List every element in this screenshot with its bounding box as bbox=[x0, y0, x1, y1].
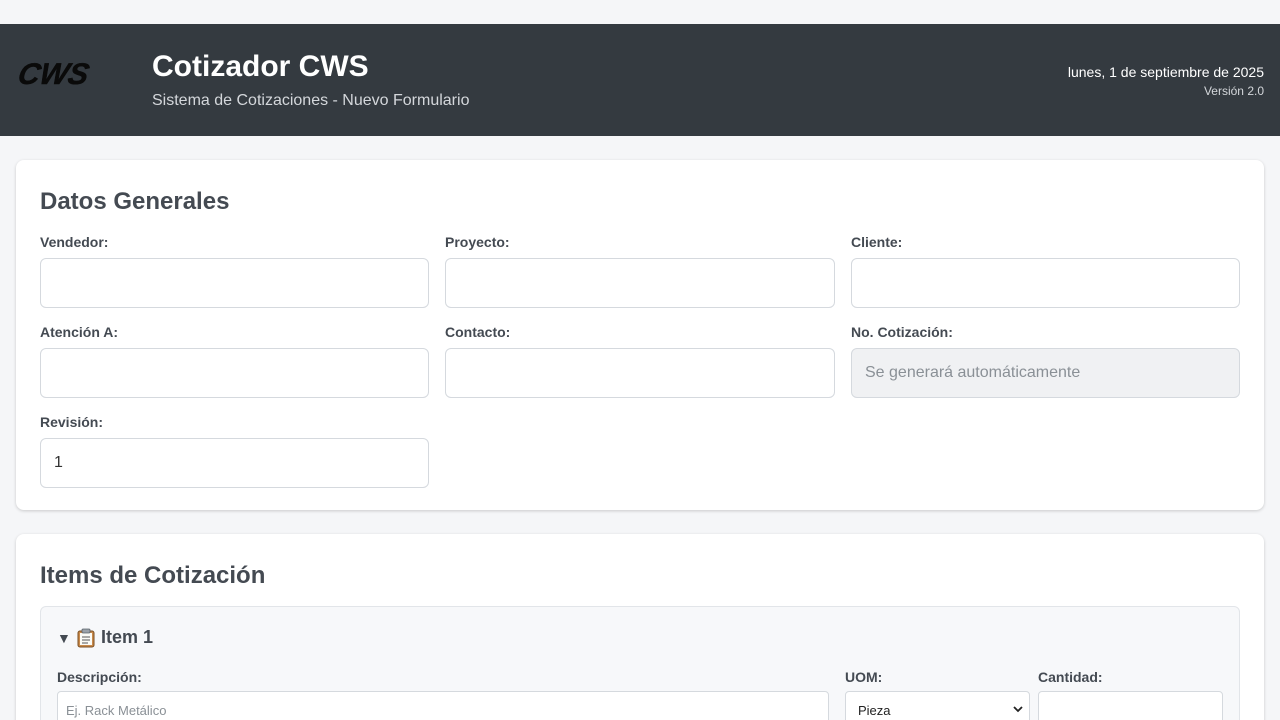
no-cotizacion-input bbox=[851, 348, 1240, 398]
descripcion-field: Descripción: bbox=[57, 669, 829, 720]
app-subtitle: Sistema de Cotizaciones - Nuevo Formular… bbox=[152, 92, 470, 109]
app-header: CWS Cotizador CWS Sistema de Cotizacione… bbox=[0, 24, 1280, 136]
atencion-input[interactable] bbox=[40, 348, 429, 398]
descripcion-input[interactable] bbox=[57, 691, 829, 720]
contacto-input[interactable] bbox=[445, 348, 835, 398]
vendedor-field: Vendedor: bbox=[40, 234, 429, 308]
item-toggle[interactable]: ▼ Item 1 bbox=[57, 627, 153, 648]
item-block: ▼ Item 1 Descripción: UOM: Pieza bbox=[40, 606, 1240, 720]
vendedor-input[interactable] bbox=[40, 258, 429, 308]
cantidad-field: Cantidad: bbox=[1038, 669, 1223, 720]
atencion-label: Atención A: bbox=[40, 324, 119, 340]
proyecto-input[interactable] bbox=[445, 258, 835, 308]
proyecto-label: Proyecto: bbox=[445, 234, 510, 250]
items-section-title: Items de Cotización bbox=[40, 562, 266, 589]
cantidad-label: Cantidad: bbox=[1038, 669, 1103, 685]
revision-input[interactable] bbox=[40, 438, 429, 488]
revision-label: Revisión: bbox=[40, 414, 104, 430]
no-cotizacion-field: No. Cotización: bbox=[851, 324, 1240, 398]
proyecto-field: Proyecto: bbox=[445, 234, 835, 308]
header-version: Versión 2.0 bbox=[1203, 84, 1264, 98]
item-title: Item 1 bbox=[101, 627, 154, 647]
chevron-down-icon bbox=[1013, 705, 1023, 716]
cliente-label: Cliente: bbox=[851, 234, 903, 250]
cws-logo: CWS bbox=[16, 58, 92, 88]
no-cotizacion-label: No. Cotización: bbox=[851, 324, 953, 340]
uom-select[interactable]: Pieza bbox=[845, 691, 1030, 720]
cliente-input[interactable] bbox=[851, 258, 1240, 308]
svg-text:CWS: CWS bbox=[16, 58, 92, 88]
cantidad-input[interactable] bbox=[1038, 691, 1223, 720]
items-card: Items de Cotización ▼ Item 1 Descripción… bbox=[16, 534, 1264, 720]
general-section-title: Datos Generales bbox=[40, 188, 230, 215]
vendedor-label: Vendedor: bbox=[40, 234, 109, 250]
app-title: Cotizador CWS bbox=[152, 50, 369, 83]
header-date: lunes, 1 de septiembre de 2025 bbox=[1067, 64, 1264, 80]
general-data-card: Datos Generales Vendedor: Proyecto: Clie… bbox=[16, 160, 1264, 510]
atencion-field: Atención A: bbox=[40, 324, 429, 398]
triangle-down-icon: ▼ bbox=[57, 629, 71, 646]
cliente-field: Cliente: bbox=[851, 234, 1240, 308]
uom-label: UOM: bbox=[845, 669, 883, 685]
contacto-label: Contacto: bbox=[445, 324, 511, 340]
clipboard-icon bbox=[77, 628, 95, 648]
contacto-field: Contacto: bbox=[445, 324, 835, 398]
descripcion-label: Descripción: bbox=[57, 669, 142, 685]
uom-field: UOM: Pieza bbox=[845, 669, 1030, 720]
revision-field: Revisión: bbox=[40, 414, 429, 488]
uom-selected-value: Pieza bbox=[858, 702, 891, 718]
